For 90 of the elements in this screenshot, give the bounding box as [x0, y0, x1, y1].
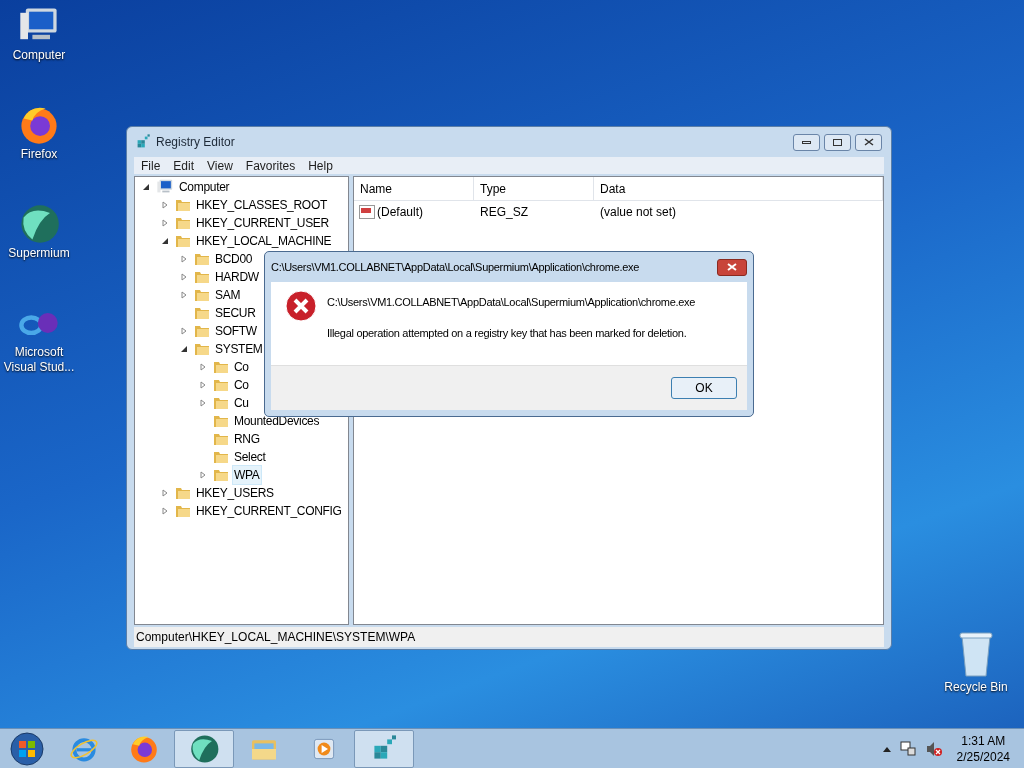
sphere-icon	[188, 732, 220, 765]
close-icon	[727, 263, 737, 271]
collapsed-arrow-icon[interactable]	[180, 273, 188, 281]
tree-item[interactable]: HKEY_LOCAL_MACHINE	[194, 231, 334, 251]
dialog-message: C:\Users\VM1.COLLABNET\AppData\Local\Supermium\Application\chrome.exe	[327, 295, 696, 310]
windows-orb-icon	[10, 731, 44, 766]
collapsed-arrow-icon[interactable]	[199, 471, 207, 479]
folder-icon	[213, 449, 229, 465]
folder-icon	[213, 431, 229, 447]
desktop-icon-label[interactable]: Microsoft Visual Stud...	[2, 345, 76, 375]
menu-item[interactable]: View	[202, 156, 238, 175]
menu-item[interactable]: Favorites	[240, 156, 301, 175]
tree-item[interactable]: WPA	[232, 465, 262, 485]
clock-time[interactable]: 1:31 AM	[961, 732, 1006, 749]
folder-icon	[213, 395, 229, 411]
column-header[interactable]: Type	[474, 177, 594, 200]
desktop-icon-label[interactable]: Recycle Bin	[944, 678, 1008, 696]
dialog-title: C:\Users\VM1.COLLABNET\AppData\Local\Supermium\Application\chrome.exe	[271, 259, 640, 275]
network-icon[interactable]	[898, 739, 917, 758]
collapsed-arrow-icon[interactable]	[199, 363, 207, 371]
folder-icon	[175, 485, 191, 501]
tree-item[interactable]: SOFTW	[213, 321, 259, 341]
folder-icon	[194, 323, 210, 339]
ok-button[interactable]: OK	[671, 377, 737, 399]
value-data: (value not set)	[599, 204, 678, 221]
folder-icon	[194, 305, 210, 321]
folder-icon	[175, 233, 191, 249]
folder-icon	[194, 269, 210, 285]
value-name[interactable]: (Default)	[377, 203, 423, 221]
column-header[interactable]: Name	[354, 177, 474, 200]
up-arrow-icon[interactable]	[882, 745, 891, 752]
value-type: REG_SZ	[479, 204, 529, 221]
trash-bin-icon	[956, 630, 996, 678]
collapsed-arrow-icon[interactable]	[180, 291, 188, 299]
tree-item[interactable]: Computer	[177, 177, 232, 197]
folder-icon	[213, 359, 229, 375]
clock-date[interactable]: 2/25/2024	[956, 748, 1010, 765]
folder-icon	[213, 467, 229, 483]
collapsed-arrow-icon[interactable]	[161, 507, 169, 515]
folder-icon	[213, 377, 229, 393]
tree-item[interactable]: SYSTEM	[213, 339, 265, 359]
maximize-button[interactable]	[824, 133, 851, 151]
desktop-icon-label[interactable]: Supermium	[2, 246, 76, 261]
tree-item[interactable]: HKEY_CURRENT_USER	[194, 213, 331, 233]
collapsed-arrow-icon[interactable]	[161, 219, 169, 227]
dialog-message: Illegal operation attempted on a registry key that has been marked for deletion.	[327, 325, 688, 341]
error-icon	[285, 290, 317, 322]
expanded-arrow-icon[interactable]	[161, 237, 169, 245]
folder-icon	[194, 341, 210, 357]
column-header[interactable]: Data	[594, 177, 883, 200]
tree-item[interactable]: HKEY_USERS	[194, 483, 276, 503]
tree-item[interactable]: Select	[232, 447, 268, 467]
folder-icon	[194, 287, 210, 303]
tree-item[interactable]: SECUR	[213, 303, 258, 323]
tree-item[interactable]: Cu	[232, 393, 251, 413]
close-icon	[863, 138, 874, 146]
folder-icon	[175, 215, 191, 231]
menu-item[interactable]: File	[136, 156, 166, 175]
collapsed-arrow-icon[interactable]	[199, 381, 207, 389]
expanded-arrow-icon[interactable]	[180, 345, 188, 353]
tree-item[interactable]: HARDW	[213, 267, 261, 287]
desktop-icon-label[interactable]: Computer	[2, 48, 76, 63]
close-button[interactable]	[717, 258, 747, 276]
folder-icon	[194, 251, 210, 267]
taskbar-button[interactable]	[354, 729, 414, 768]
tree-item[interactable]: Co	[232, 375, 251, 395]
folder-icon	[213, 413, 229, 429]
menu-item[interactable]: Edit	[168, 156, 200, 175]
folder-icon	[175, 503, 191, 519]
collapsed-arrow-icon[interactable]	[180, 255, 188, 263]
window-title: Registry Editor	[156, 134, 235, 151]
collapsed-arrow-icon[interactable]	[199, 399, 207, 407]
collapsed-arrow-icon[interactable]	[161, 201, 169, 209]
menu-item[interactable]: Help	[303, 156, 338, 175]
tree-item[interactable]: HKEY_CURRENT_CONFIG	[194, 501, 344, 521]
tree-item[interactable]: RNG	[232, 429, 262, 449]
collapsed-arrow-icon[interactable]	[180, 327, 188, 335]
collapsed-arrow-icon[interactable]	[161, 489, 169, 497]
expanded-arrow-icon[interactable]	[142, 183, 150, 191]
status-bar: Computer\HKEY_LOCAL_MACHINE\SYSTEM\WPA	[134, 627, 884, 647]
tree-item[interactable]: HKEY_CLASSES_ROOT	[194, 195, 329, 215]
minimize-button[interactable]	[793, 133, 820, 151]
taskbar-button[interactable]	[174, 729, 234, 768]
tree-item[interactable]: SAM	[213, 285, 243, 305]
close-button[interactable]	[855, 133, 882, 151]
string-value-icon	[359, 205, 375, 219]
folder-icon	[175, 197, 191, 213]
tree-item[interactable]: Co	[232, 357, 251, 377]
desktop-icon-label[interactable]: Firefox	[2, 147, 76, 162]
tree-item[interactable]: BCD00	[213, 249, 255, 269]
